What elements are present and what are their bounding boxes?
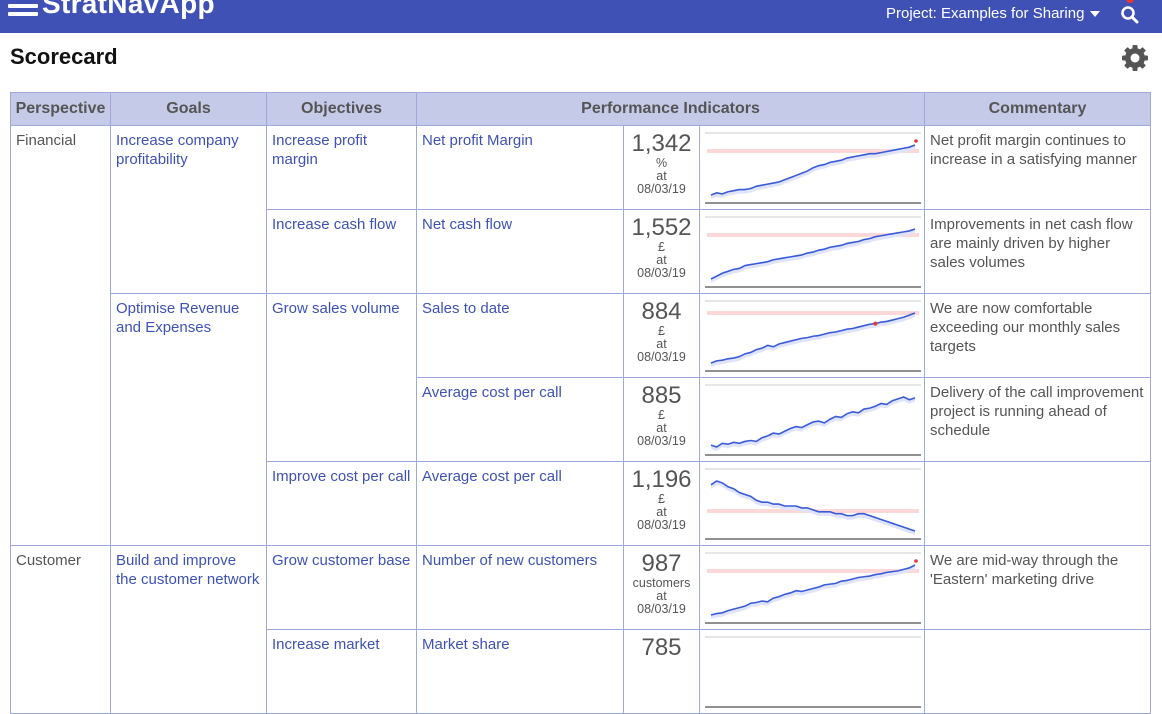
commentary-cell: We are mid-way through the 'Eastern' mar… bbox=[924, 545, 1152, 630]
indicator-value-cell: 987 customers at 08/03/19 bbox=[623, 545, 700, 630]
alert-marker bbox=[914, 139, 918, 143]
top-app-bar: StratNavApp Project: Examples for Sharin… bbox=[0, 0, 1162, 33]
table-header-row: Perspective Goals Objectives Performance… bbox=[10, 92, 1152, 126]
trend-band bbox=[711, 145, 915, 199]
indicator-link[interactable]: Average cost per call bbox=[416, 461, 624, 546]
indicator-value-cell: 1,196 £ at 08/03/19 bbox=[623, 461, 700, 546]
indicator-value-cell: 884 £ at 08/03/19 bbox=[623, 293, 700, 378]
column-header-commentary: Commentary bbox=[924, 92, 1152, 126]
trend-band bbox=[711, 481, 915, 535]
indicator-value: 1,196 bbox=[631, 466, 692, 493]
alert-marker bbox=[914, 559, 918, 563]
perspective-cell: Customer bbox=[10, 545, 111, 714]
indicator-date: 08/03/19 bbox=[637, 602, 686, 616]
indicator-date: 08/03/19 bbox=[637, 266, 686, 280]
sparkline-cell[interactable] bbox=[698, 377, 926, 462]
indicator-date: 08/03/19 bbox=[637, 182, 686, 196]
notification-dot bbox=[1126, 0, 1134, 3]
goal-link[interactable]: Optimise Revenue and Expenses bbox=[110, 293, 267, 546]
objective-link[interactable]: Increase cash flow bbox=[266, 209, 417, 294]
column-header-goals: Goals bbox=[110, 92, 267, 126]
objective-link[interactable]: Increase profit margin bbox=[266, 125, 417, 210]
project-label: Project: Examples for Sharing bbox=[886, 5, 1085, 22]
goal-link[interactable]: Increase company profitability bbox=[110, 125, 267, 294]
indicator-link[interactable]: Net profit Margin bbox=[416, 125, 624, 210]
objective-link[interactable]: Increase market bbox=[266, 629, 417, 714]
objective-link[interactable]: Grow customer base bbox=[266, 545, 417, 630]
indicator-value-cell: 785 bbox=[623, 629, 700, 714]
sparkline-cell[interactable] bbox=[698, 629, 926, 714]
indicator-value-cell: 1,552 £ at 08/03/19 bbox=[623, 209, 700, 294]
indicator-link[interactable]: Sales to date bbox=[416, 293, 624, 378]
gear-icon[interactable] bbox=[1120, 43, 1150, 73]
indicator-value-cell: 885 £ at 08/03/19 bbox=[623, 377, 700, 462]
indicator-value: 1,552 bbox=[631, 214, 692, 241]
indicator-link[interactable]: Average cost per call bbox=[416, 377, 624, 462]
objective-link[interactable]: Grow sales volume bbox=[266, 293, 417, 462]
objective-link[interactable]: Improve cost per call bbox=[266, 461, 417, 546]
search-icon[interactable] bbox=[1120, 5, 1140, 25]
indicator-value: 1,342 bbox=[631, 130, 692, 157]
project-selector[interactable]: Project: Examples for Sharing bbox=[886, 5, 1101, 22]
indicator-value: 884 bbox=[641, 298, 682, 325]
table-row: Optimise Revenue and Expenses Grow sales… bbox=[11, 293, 1152, 546]
column-header-objectives: Objectives bbox=[266, 92, 417, 126]
goal-link[interactable]: Build and improve the customer network bbox=[110, 545, 267, 714]
trend-sparkline[interactable] bbox=[705, 635, 921, 709]
commentary-cell: Improvements in net cash flow are mainly… bbox=[924, 209, 1152, 294]
table-row: Financial Increase company profitability… bbox=[10, 125, 1152, 546]
sparkline-cell[interactable] bbox=[698, 461, 926, 546]
indicator-date: 08/03/19 bbox=[637, 350, 686, 364]
indicator-link[interactable]: Number of new customers bbox=[416, 545, 624, 630]
column-header-perspective: Perspective bbox=[10, 92, 111, 126]
trend-sparkline[interactable] bbox=[705, 467, 921, 541]
indicator-value: 987 bbox=[641, 550, 682, 577]
trend-band bbox=[711, 229, 915, 283]
chevron-down-icon bbox=[1090, 11, 1101, 18]
indicator-value: 885 bbox=[641, 382, 682, 409]
trend-sparkline[interactable] bbox=[705, 299, 921, 373]
app-name[interactable]: StratNavApp bbox=[42, 0, 215, 20]
trend-sparkline[interactable] bbox=[705, 215, 921, 289]
commentary-cell: Net profit margin continues to increase … bbox=[924, 125, 1152, 210]
scorecard-table: Perspective Goals Objectives Performance… bbox=[10, 92, 1152, 714]
commentary-cell: Delivery of the call improvement project… bbox=[924, 377, 1152, 462]
indicator-link[interactable]: Market share bbox=[416, 629, 624, 714]
trend-line bbox=[710, 396, 916, 448]
commentary-cell: We are now comfortable exceeding our mon… bbox=[924, 293, 1152, 378]
page-title: Scorecard bbox=[10, 44, 118, 69]
indicator-date: 08/03/19 bbox=[637, 518, 686, 532]
table-row: Customer Build and improve the customer … bbox=[10, 545, 1152, 714]
indicator-value-cell: 1,342 % at 08/03/19 bbox=[623, 125, 700, 210]
sparkline-cell[interactable] bbox=[698, 293, 926, 378]
indicator-value: 785 bbox=[641, 634, 682, 661]
commentary-cell bbox=[924, 461, 1152, 546]
target-band bbox=[707, 311, 919, 315]
menu-icon[interactable] bbox=[8, 0, 38, 16]
indicator-date: 08/03/19 bbox=[637, 434, 686, 448]
trend-sparkline[interactable] bbox=[705, 383, 921, 457]
trend-sparkline[interactable] bbox=[705, 551, 921, 625]
sparkline-cell[interactable] bbox=[698, 125, 926, 210]
indicator-link[interactable]: Net cash flow bbox=[416, 209, 624, 294]
column-header-performance-indicators: Performance Indicators bbox=[415, 92, 926, 126]
trend-sparkline[interactable] bbox=[705, 131, 921, 205]
perspective-cell: Financial bbox=[10, 125, 111, 546]
alert-marker bbox=[873, 321, 878, 326]
commentary-cell bbox=[924, 629, 1152, 714]
sparkline-cell[interactable] bbox=[698, 545, 926, 630]
sparkline-cell[interactable] bbox=[698, 209, 926, 294]
